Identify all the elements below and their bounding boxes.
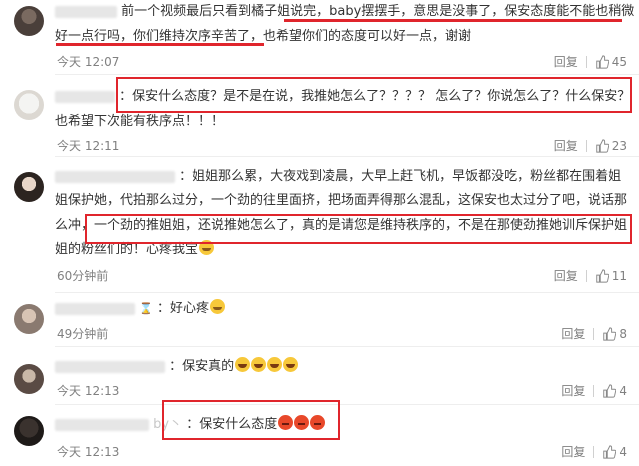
comment-text: ：保安真的 (55, 356, 299, 378)
comment-actions: 回复 11 (554, 267, 627, 284)
highlight-box (116, 77, 632, 113)
highlight-box (85, 214, 632, 244)
reply-button[interactable]: 回复 (554, 267, 578, 284)
separator (585, 269, 587, 282)
thumbs-up-icon[interactable] (602, 444, 617, 459)
reply-button[interactable]: 回复 (561, 382, 585, 399)
comment-line: ：姐姐那么累，大夜戏到凌晨，大早上赶飞机，早饭都没吃，粉丝都在围着姐 (179, 169, 622, 184)
comment-time: 今天 12:07 (57, 55, 120, 69)
like-count: 4 (619, 383, 627, 398)
crying-face-emoji (210, 299, 225, 314)
comment-time: 今天 12:13 (57, 384, 120, 398)
avatar[interactable] (14, 416, 44, 446)
like-count: 23 (611, 138, 627, 153)
highlight-underline (56, 43, 264, 46)
laughing-tears-emoji (251, 357, 267, 372)
comment-item: 前一个视频最后只看到橘子姐说完，baby摆摆手，意思是没事了，保安态度能不能也稍… (0, 0, 639, 76)
comment-line: 前一个视频最后只看到橘子姐说完，baby摆摆手，意思是没事了，保安态度能不能也稍… (121, 4, 635, 19)
divider (55, 156, 639, 157)
separator (593, 327, 595, 340)
comment-actions: 回复 4 (561, 443, 627, 460)
separator (593, 445, 595, 458)
username-redacted[interactable] (55, 360, 165, 373)
like-count: 8 (619, 326, 627, 341)
comment-line: 姐的粉丝们的！心疼我宝 (55, 242, 199, 257)
separator (585, 55, 587, 68)
comment-actions: 回复 23 (554, 137, 627, 154)
thumbs-up-icon[interactable] (602, 383, 617, 398)
divider (55, 346, 639, 347)
comment-time: 今天 12:11 (57, 139, 120, 153)
reply-button[interactable]: 回复 (554, 53, 578, 70)
divider (55, 74, 639, 75)
comment-text: ⌛ ：好心疼 (55, 298, 225, 320)
thumbs-up-icon[interactable] (602, 326, 617, 341)
comment-line: 也希望下次能有秩序点！！！ (55, 114, 225, 129)
comment-actions: 回复 4 (561, 382, 627, 399)
laughing-tears-emoji (283, 357, 299, 372)
avatar[interactable] (14, 6, 44, 36)
username-redacted[interactable] (55, 302, 135, 315)
avatar[interactable] (14, 90, 44, 120)
comment-actions: 回复 45 (554, 53, 627, 70)
like-count: 11 (611, 268, 627, 283)
comment-item: ：保安真的 今天 12:13 回复 4 (0, 350, 639, 405)
username-redacted[interactable] (55, 418, 149, 431)
thumbs-up-icon[interactable] (595, 268, 609, 283)
thumbs-up-icon[interactable] (595, 138, 609, 153)
like-count: 45 (611, 54, 627, 69)
comment-line: ：保安真的 (169, 359, 235, 374)
reply-button[interactable]: 回复 (554, 137, 578, 154)
hourglass-icon: ⌛ (139, 302, 153, 315)
comment-item: ⌛ ：好心疼 49分钟前 回复 8 (0, 294, 639, 347)
username-redacted[interactable] (55, 170, 175, 183)
separator (585, 139, 587, 152)
like-count: 4 (619, 444, 627, 459)
comment-text: ：姐姐那么累，大夜戏到凌晨，大早上赶飞机，早饭都没吃，粉丝都在围着姐 (55, 166, 621, 188)
laughing-tears-emoji (267, 357, 283, 372)
separator (593, 384, 595, 397)
reply-button[interactable]: 回复 (561, 443, 585, 460)
comment-line: 姐保护她，代拍那么过分，一个劲的往里面挤，把场面弄得那么混乱，这保安也太过分了吧… (55, 193, 628, 208)
highlight-box (162, 400, 340, 440)
avatar[interactable] (14, 364, 44, 394)
comment-time: 今天 12:13 (57, 445, 120, 459)
laughing-tears-emoji (235, 357, 251, 372)
avatar[interactable] (14, 304, 44, 334)
thumbs-up-icon[interactable] (595, 54, 609, 69)
comment-time: 60分钟前 (57, 269, 109, 283)
comment-time: 49分钟前 (57, 327, 109, 341)
comment-line: ：好心疼 (156, 301, 209, 316)
divider (55, 404, 639, 405)
comment-actions: 回复 8 (561, 325, 627, 342)
highlight-underline (284, 19, 622, 22)
avatar[interactable] (14, 172, 44, 202)
divider (55, 292, 639, 293)
username-redacted[interactable] (55, 90, 115, 103)
username-redacted[interactable] (55, 5, 117, 18)
reply-button[interactable]: 回复 (561, 325, 585, 342)
